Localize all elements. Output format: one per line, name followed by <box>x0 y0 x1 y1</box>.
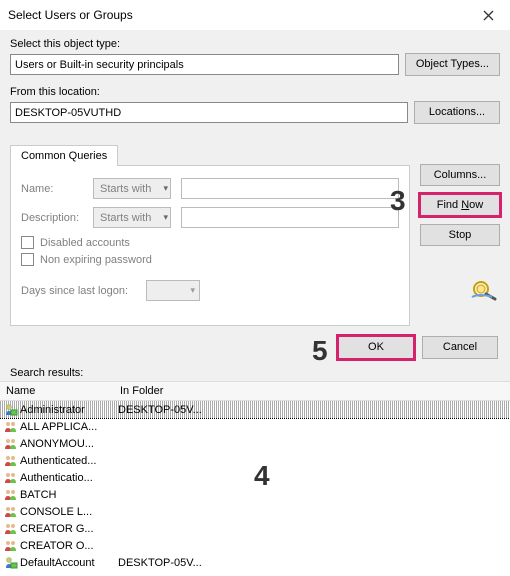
chevron-down-icon: ▾ <box>163 183 168 194</box>
name-match-combo[interactable]: Starts with ▾ <box>93 178 171 199</box>
row-name: ANONYMOU... <box>20 438 94 450</box>
row-name: CONSOLE L... <box>20 506 92 518</box>
table-row[interactable]: CREATOR O... <box>0 537 510 554</box>
name-label: Name: <box>21 183 83 195</box>
row-name: BATCH <box>20 489 56 501</box>
chevron-down-icon: ▾ <box>163 212 168 223</box>
disabled-accounts-checkbox[interactable] <box>21 236 34 249</box>
table-row[interactable]: BATCH <box>0 486 510 503</box>
common-queries-panel: Name: Starts with ▾ Description: Starts … <box>10 165 410 326</box>
window-title: Select Users or Groups <box>8 8 133 22</box>
stop-button[interactable]: Stop <box>420 224 500 246</box>
table-row[interactable]: ANONYMOU... <box>0 435 510 452</box>
table-row[interactable]: Administrator DESKTOP-05V... <box>0 401 510 418</box>
name-input[interactable] <box>181 178 399 199</box>
object-type-field: Users or Built-in security principals <box>10 54 399 75</box>
row-folder: DESKTOP-05V... <box>118 404 506 416</box>
close-icon <box>483 10 494 21</box>
disabled-accounts-label: Disabled accounts <box>40 237 130 249</box>
row-name: ALL APPLICA... <box>20 421 97 433</box>
cancel-button[interactable]: Cancel <box>422 336 498 359</box>
description-match-combo[interactable]: Starts with ▾ <box>93 207 171 228</box>
results-list[interactable]: Administrator DESKTOP-05V... ALL APPLICA..… <box>0 401 510 576</box>
search-icon <box>470 278 500 302</box>
row-folder: DESKTOP-05V... <box>118 557 506 569</box>
row-name: DefaultAccount <box>20 557 95 569</box>
non-expiring-checkbox[interactable] <box>21 253 34 266</box>
ok-button[interactable]: OK <box>338 336 414 359</box>
name-match-value: Starts with <box>100 183 151 195</box>
days-since-logon-label: Days since last logon: <box>21 285 136 297</box>
row-name: Administrator <box>20 404 85 416</box>
object-type-label: Select this object type: <box>10 38 500 50</box>
row-name: Authenticatio... <box>20 472 93 484</box>
close-button[interactable] <box>466 0 510 30</box>
columns-button[interactable]: Columns... <box>420 164 500 186</box>
days-since-logon-combo[interactable]: ▾ <box>146 280 200 301</box>
find-now-button[interactable]: Find Now <box>420 194 500 216</box>
location-label: From this location: <box>10 86 500 98</box>
location-field: DESKTOP-05VUTHD <box>10 102 408 123</box>
table-row[interactable]: CONSOLE L... <box>0 503 510 520</box>
table-row[interactable]: Authenticatio... <box>0 469 510 486</box>
row-name: CREATOR G... <box>20 523 94 535</box>
description-input[interactable] <box>181 207 399 228</box>
table-row[interactable]: ALL APPLICA... <box>0 418 510 435</box>
chevron-down-icon: ▾ <box>190 285 195 296</box>
object-types-button[interactable]: Object Types... <box>405 53 500 76</box>
search-results-label: Search results: <box>0 361 510 381</box>
column-name[interactable]: Name <box>6 385 120 397</box>
locations-button[interactable]: Locations... <box>414 101 500 124</box>
row-name: Authenticated... <box>20 455 96 467</box>
description-label: Description: <box>21 212 83 224</box>
column-folder[interactable]: In Folder <box>120 385 163 397</box>
description-match-value: Starts with <box>100 212 151 224</box>
table-row[interactable]: DefaultAccount DESKTOP-05V... <box>0 554 510 571</box>
row-name: CREATOR O... <box>20 540 94 552</box>
results-header: Name In Folder <box>0 381 510 401</box>
table-row[interactable]: Authenticated... <box>0 452 510 469</box>
tab-common-queries[interactable]: Common Queries <box>10 145 118 166</box>
non-expiring-label: Non expiring password <box>40 254 152 266</box>
table-row[interactable]: CREATOR G... <box>0 520 510 537</box>
